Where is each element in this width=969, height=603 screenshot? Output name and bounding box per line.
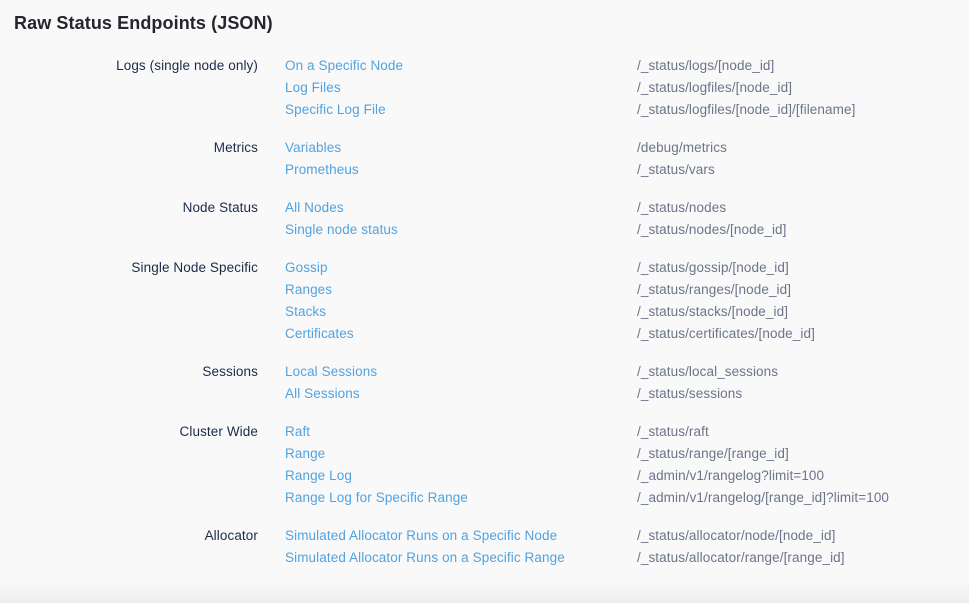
endpoint-path: /_status/sessions (637, 383, 742, 405)
endpoint-row: Local Sessions/_status/local_sessions (285, 361, 969, 383)
endpoint-row: Certificates/_status/certificates/[node_… (285, 323, 969, 345)
endpoint-link[interactable]: Range (285, 443, 637, 465)
category-label: Cluster Wide (0, 421, 258, 443)
endpoint-rows: Simulated Allocator Runs on a Specific N… (285, 525, 969, 569)
endpoint-sections: Logs (single node only) On a Specific Nod… (0, 55, 969, 585)
endpoint-row: Simulated Allocator Runs on a Specific N… (285, 525, 969, 547)
endpoint-section: Metrics Variables/debug/metricsPrometheus… (0, 137, 969, 181)
endpoint-path: /_status/nodes (637, 197, 726, 219)
endpoint-rows: Variables/debug/metricsPrometheus/_statu… (285, 137, 969, 181)
endpoint-row: Variables/debug/metrics (285, 137, 969, 159)
category-label: Metrics (0, 137, 258, 159)
category-label: Single Node Specific (0, 257, 258, 279)
endpoint-link[interactable]: Simulated Allocator Runs on a Specific N… (285, 525, 637, 547)
endpoint-path: /_status/allocator/node/[node_id] (637, 525, 835, 547)
endpoint-link[interactable]: Variables (285, 137, 637, 159)
endpoint-row: Range/_status/range/[range_id] (285, 443, 969, 465)
category-label: Allocator (0, 525, 258, 547)
endpoint-link[interactable]: Range Log for Specific Range (285, 487, 637, 509)
endpoint-link[interactable]: All Sessions (285, 383, 637, 405)
endpoint-section: Sessions Local Sessions/_status/local_ses… (0, 361, 969, 405)
endpoint-path: /_status/nodes/[node_id] (637, 219, 787, 241)
endpoint-row: Range Log/_admin/v1/rangelog?limit=100 (285, 465, 969, 487)
endpoint-row: All Nodes/_status/nodes (285, 197, 969, 219)
endpoint-link[interactable]: Stacks (285, 301, 637, 323)
endpoint-rows: Local Sessions/_status/local_sessionsAll… (285, 361, 969, 405)
endpoint-link[interactable]: Local Sessions (285, 361, 637, 383)
endpoint-rows: Raft/_status/raftRange/_status/range/[ra… (285, 421, 969, 509)
category-label: Sessions (0, 361, 258, 383)
endpoint-section: Node Status All Nodes/_status/nodesSingle… (0, 197, 969, 241)
endpoint-link[interactable]: Range Log (285, 465, 637, 487)
endpoint-link[interactable]: Prometheus (285, 159, 637, 181)
endpoint-row: Ranges/_status/ranges/[node_id] (285, 279, 969, 301)
endpoint-section: Single Node Specific Gossip/_status/gossi… (0, 257, 969, 345)
endpoint-link[interactable]: All Nodes (285, 197, 637, 219)
endpoint-row: Log Files/_status/logfiles/[node_id] (285, 77, 969, 99)
endpoint-link[interactable]: Raft (285, 421, 637, 443)
endpoint-path: /_status/stacks/[node_id] (637, 301, 788, 323)
endpoint-link[interactable]: Gossip (285, 257, 637, 279)
endpoint-row: Simulated Allocator Runs on a Specific R… (285, 547, 969, 569)
endpoint-section: Allocator Simulated Allocator Runs on a S… (0, 525, 969, 569)
endpoint-path: /_status/range/[range_id] (637, 443, 789, 465)
endpoint-section: Cluster Wide Raft/_status/raftRange/_stat… (0, 421, 969, 509)
endpoint-path: /_status/logfiles/[node_id]/[filename] (637, 99, 855, 121)
endpoint-path: /debug/metrics (637, 137, 727, 159)
endpoint-path: /_status/local_sessions (637, 361, 778, 383)
endpoint-path: /_status/allocator/range/[range_id] (637, 547, 845, 569)
raw-status-endpoints-page: Raw Status Endpoints (JSON) Logs (single… (0, 0, 969, 603)
footer-strip (0, 583, 969, 603)
endpoint-row: Stacks/_status/stacks/[node_id] (285, 301, 969, 323)
endpoint-path: /_admin/v1/rangelog/[range_id]?limit=100 (637, 487, 889, 509)
endpoint-path: /_status/logs/[node_id] (637, 55, 774, 77)
endpoint-path: /_admin/v1/rangelog?limit=100 (637, 465, 824, 487)
category-label: Node Status (0, 197, 258, 219)
endpoint-path: /_status/vars (637, 159, 715, 181)
endpoint-row: Specific Log File/_status/logfiles/[node… (285, 99, 969, 121)
endpoint-link[interactable]: On a Specific Node (285, 55, 637, 77)
endpoint-row: Prometheus/_status/vars (285, 159, 969, 181)
endpoint-path: /_status/gossip/[node_id] (637, 257, 789, 279)
endpoint-row: All Sessions/_status/sessions (285, 383, 969, 405)
endpoint-link[interactable]: Single node status (285, 219, 637, 241)
endpoint-section: Logs (single node only) On a Specific Nod… (0, 55, 969, 121)
endpoint-link[interactable]: Ranges (285, 279, 637, 301)
endpoint-rows: All Nodes/_status/nodesSingle node statu… (285, 197, 969, 241)
endpoint-path: /_status/raft (637, 421, 709, 443)
endpoint-path: /_status/ranges/[node_id] (637, 279, 791, 301)
endpoint-link[interactable]: Log Files (285, 77, 637, 99)
endpoint-row: Range Log for Specific Range/_admin/v1/r… (285, 487, 969, 509)
endpoint-row: Gossip/_status/gossip/[node_id] (285, 257, 969, 279)
endpoint-path: /_status/certificates/[node_id] (637, 323, 815, 345)
endpoint-link[interactable]: Simulated Allocator Runs on a Specific R… (285, 547, 637, 569)
endpoint-rows: On a Specific Node/_status/logs/[node_id… (285, 55, 969, 121)
endpoint-rows: Gossip/_status/gossip/[node_id]Ranges/_s… (285, 257, 969, 345)
page-title: Raw Status Endpoints (JSON) (14, 13, 273, 34)
endpoint-path: /_status/logfiles/[node_id] (637, 77, 792, 99)
category-label: Logs (single node only) (0, 55, 258, 77)
endpoint-row: On a Specific Node/_status/logs/[node_id… (285, 55, 969, 77)
endpoint-row: Single node status/_status/nodes/[node_i… (285, 219, 969, 241)
endpoint-row: Raft/_status/raft (285, 421, 969, 443)
endpoint-link[interactable]: Certificates (285, 323, 637, 345)
endpoint-link[interactable]: Specific Log File (285, 99, 637, 121)
